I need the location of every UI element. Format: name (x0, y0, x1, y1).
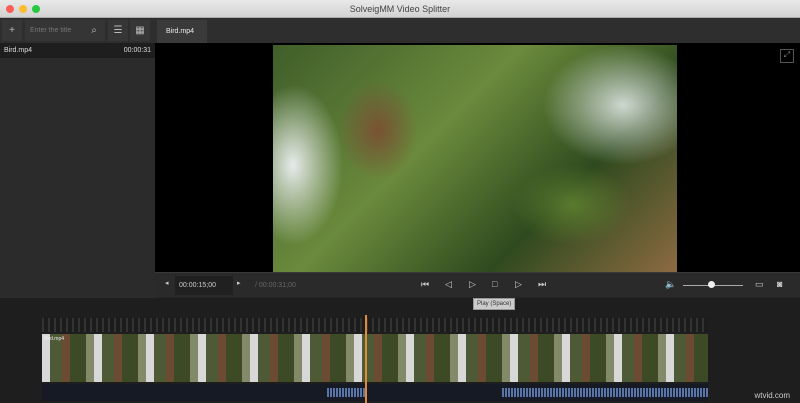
folder-icon[interactable]: ▭ (755, 279, 764, 290)
playback-controls: ◂ 00:00:15;00 ▸ / 00:00:31;00 ⏮ ◁ ▷ □ ▷ … (155, 272, 800, 297)
waveform (502, 388, 708, 397)
title-bar: SolveigMM Video Splitter (0, 0, 800, 18)
tab-bird[interactable]: Bird.mp4 (157, 20, 207, 43)
total-duration: / 00:00:31;00 (255, 282, 296, 289)
grid-view-icon[interactable]: ▦ (130, 20, 150, 41)
volume-icon[interactable]: 🔈 (665, 279, 676, 290)
search-icon[interactable]: ⌕ (84, 20, 104, 41)
step-forward-icon[interactable]: ▷ (515, 279, 522, 290)
prev-frame-button[interactable]: ◂ (165, 279, 169, 287)
stop-icon[interactable]: □ (492, 279, 497, 289)
audio-track[interactable] (42, 384, 708, 401)
window-title: SolveigMM Video Splitter (349, 4, 451, 14)
tooltip: Play (Space) (473, 298, 516, 310)
video-track[interactable] (42, 334, 708, 382)
list-item[interactable]: Bird.mp4 00:00:31 (0, 43, 155, 58)
timeline[interactable]: Bird.mp4 wtvid.com (0, 298, 800, 403)
skip-end-icon[interactable]: ⏭ (538, 279, 546, 290)
video-frame (273, 45, 677, 272)
step-back-icon[interactable]: ◁ (445, 279, 452, 290)
next-frame-button[interactable]: ▸ (237, 279, 241, 287)
watermark: wtvid.com (754, 391, 790, 400)
file-duration: 00:00:31 (123, 47, 151, 54)
fullscreen-icon[interactable]: ⤢ (780, 49, 794, 63)
time-ruler[interactable] (42, 318, 708, 332)
time-input[interactable]: 00:00:15;00 (175, 276, 233, 295)
play-icon[interactable]: ▷ (469, 279, 476, 290)
list-view-icon[interactable]: ☰ (108, 20, 128, 41)
playhead[interactable] (365, 315, 367, 403)
waveform (327, 388, 367, 397)
file-name: Bird.mp4 (4, 47, 33, 54)
add-button[interactable]: + (2, 20, 22, 41)
toolbar: + ⌕ ☰ ▦ Bird.mp4 (0, 18, 800, 43)
snapshot-icon[interactable]: ◙ (777, 279, 782, 289)
volume-knob[interactable] (708, 281, 715, 288)
skip-start-icon[interactable]: ⏮ (421, 279, 429, 290)
file-list: Bird.mp4 00:00:31 (0, 43, 155, 298)
clip-label: Bird.mp4 (44, 336, 65, 342)
video-preview[interactable]: ⤢ (155, 43, 800, 272)
